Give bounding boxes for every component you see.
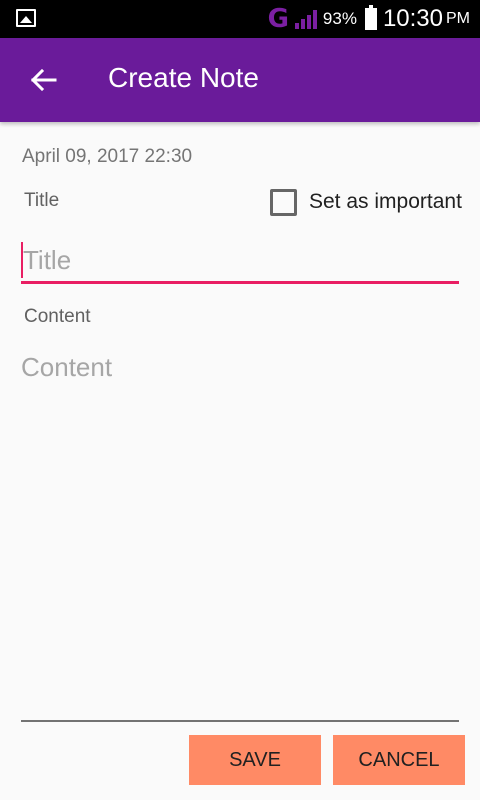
clock-time: 10:30 [382, 5, 443, 32]
status-right: G 93% 10:30 PM [268, 0, 470, 38]
network-type-icon: G [267, 4, 289, 34]
battery-icon [364, 5, 377, 30]
important-label: Set as important [309, 190, 462, 213]
clock-ampm: PM [446, 10, 470, 27]
image-notification-icon [16, 9, 36, 27]
content-label: Content [24, 306, 91, 327]
title-label: Title [24, 190, 60, 211]
title-input[interactable] [21, 240, 459, 284]
status-bar: G 93% 10:30 PM [0, 0, 480, 38]
note-date: April 09, 2017 22:30 [22, 146, 193, 167]
content-input[interactable] [21, 352, 459, 722]
app-bar: Create Note [0, 38, 480, 122]
save-button[interactable]: SAVE [189, 735, 321, 785]
battery-percent: 93% [322, 9, 357, 28]
arrow-left-icon [31, 69, 57, 91]
important-toggle[interactable]: Set as important [270, 188, 462, 216]
page-title: Create Note [108, 62, 259, 93]
back-button[interactable] [22, 58, 66, 102]
signal-icon [294, 9, 317, 29]
text-cursor [21, 242, 23, 278]
important-checkbox[interactable] [270, 188, 297, 216]
cancel-button[interactable]: CANCEL [333, 735, 465, 785]
